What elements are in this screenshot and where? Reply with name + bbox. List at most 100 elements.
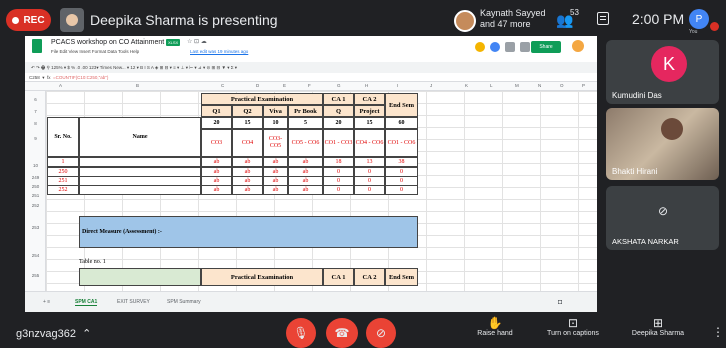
people-count: 53 [570,8,579,17]
bottom-bar [0,312,726,345]
comment-icon[interactable] [505,42,515,52]
chat-icon[interactable] [597,12,609,25]
sub-header[interactable]: Viva [263,105,288,117]
table-cell[interactable]: ab [288,157,323,167]
table-cell[interactable] [79,157,201,167]
tab-spm-summary[interactable]: SPM Summary [167,299,201,305]
tile-bhakti[interactable]: Bhakti Hirani [606,108,719,180]
table-cell[interactable]: ab [201,157,232,167]
max-marks[interactable]: 20 [201,117,232,129]
table-number[interactable]: Table no. 1 [79,257,179,267]
sub-header[interactable]: Q1 [201,105,232,117]
ca2-header[interactable]: CA 2 [354,93,385,105]
share-button[interactable]: Share [531,41,561,53]
mic-off-button[interactable]: 🎙 [286,318,316,348]
max-marks[interactable]: 15 [354,117,385,129]
table-cell[interactable]: 0 [323,185,354,195]
collaborator-avatar [490,42,500,52]
add-sheet-icon[interactable]: + ≡ [43,299,50,305]
name-header[interactable]: Name [79,117,201,157]
column-headers: A B C D E F G H I J K L M N O P [25,82,597,91]
practical-exam-header[interactable]: Practical Examination [201,93,323,105]
max-marks[interactable]: 20 [323,117,354,129]
sub-header[interactable]: Q2 [232,105,263,117]
table-cell[interactable] [79,185,201,195]
sheet-toolbar[interactable]: ↶ ↷ 🖶 ⚲ 125% ▾ $ % .0 .00 123▾ Times New… [25,62,597,73]
max-marks[interactable]: 10 [263,117,288,129]
direct-measure-title[interactable]: Direct Measure (Assessment) :- [79,216,418,248]
self-avatar[interactable]: P [689,9,709,29]
history-icon[interactable] [520,42,530,52]
table-cell[interactable]: 13 [354,157,385,167]
file-type-badge: XLSX [166,39,181,46]
sub-header[interactable]: Project [354,105,385,117]
formula-bar[interactable]: C258 ▾ fx =COUNTIF(C10:C250,"ab") [25,73,597,82]
sheet-menu[interactable]: File Edit View Insert Format Data Tools … [51,49,139,54]
co-mapping[interactable]: CO5 - CO6 [288,129,323,157]
self-label: You [689,29,698,35]
end-sem-header[interactable]: End Sem [385,93,418,117]
notification-badge [710,22,719,31]
table-cell[interactable]: ab [263,157,288,167]
phone-hangup-icon: ☎ [334,326,350,340]
max-marks[interactable]: 60 [385,117,418,129]
kumudini-avatar: K [651,46,687,82]
green-cell[interactable] [79,268,201,286]
more-options-icon[interactable]: ⋮ [712,325,724,339]
sub-header[interactable]: Q [323,105,354,117]
presenting-button[interactable]: ⊞ Deepika Sharma [629,316,687,337]
co-mapping[interactable]: CO4 [232,129,263,157]
table-cell[interactable]: 18 [323,157,354,167]
table-cell[interactable]: 0 [385,185,418,195]
table-cell[interactable]: ab [288,185,323,195]
ca1-header-2[interactable]: CA 1 [323,268,354,286]
row-headers: 6 7 8 9 10 249 250 251 252 253 254 255 [25,91,46,291]
ca2-header-2[interactable]: CA 2 [354,268,385,286]
last-edit-link[interactable]: Last edit was 19 minutes ago [190,49,248,54]
practical-exam-header-2[interactable]: Practical Examination [201,268,323,286]
table-cell[interactable]: ab [201,185,232,195]
star-icon[interactable]: ☆ ⊡ ☁ [187,38,207,45]
co-mapping[interactable]: CO4 - CO6 [354,129,385,157]
mic-off-icon: 🎙 [293,326,309,340]
sheets-logo-icon [32,39,42,53]
collab-icons [475,42,530,52]
collaborator-avatar [475,42,485,52]
co-mapping[interactable]: CO3-CO5 [263,129,288,157]
co-mapping[interactable]: CO3 [201,129,232,157]
sheet-account-avatar[interactable] [572,40,584,52]
table-cell[interactable]: 1 [47,157,79,167]
explore-icon[interactable]: ◘ [558,299,562,306]
present-icon: ⊞ [652,316,664,330]
participant-avatar[interactable] [454,10,476,32]
participant-face [661,118,683,140]
max-marks[interactable]: 5 [288,117,323,129]
participants-summary[interactable]: Kaynath Sayyed and 47 more [480,8,546,30]
end-sem-header-2[interactable]: End Sem [385,268,418,286]
ca1-header[interactable]: CA 1 [323,93,354,105]
sheet-tabs: + ≡ SPM CA1 EXIT SURVEY SPM Summary ◘ [25,291,597,312]
table-cell[interactable]: 38 [385,157,418,167]
tab-spm-ca1[interactable]: SPM CA1 [75,299,98,306]
tile-akshata[interactable]: ⊘ AKSHATA NARKAR [606,186,719,250]
raise-hand-button[interactable]: ✋ Raise hand [477,316,513,337]
sr-no-header[interactable]: Sr. No. [47,117,79,157]
captions-button[interactable]: ⊡ Turn on captions [543,316,603,337]
co-mapping[interactable]: CO1 - CO3 [323,129,354,157]
table-cell[interactable]: 0 [354,185,385,195]
table-cell[interactable]: 252 [47,185,79,195]
tab-exit-survey[interactable]: EXIT SURVEY [117,299,150,305]
sub-header[interactable]: Pr Book [288,105,323,117]
max-marks[interactable]: 15 [232,117,263,129]
recording-badge: REC [6,9,51,31]
camera-off-button[interactable]: ⊘ [366,318,396,348]
table-cell[interactable]: ab [232,185,263,195]
co-mapping[interactable]: CO1 - CO6 [385,129,418,157]
table-cell[interactable]: ab [263,185,288,195]
leave-call-button[interactable]: ☎ [326,318,358,348]
meeting-code[interactable]: g3nzvag362 ⌃ [16,327,91,340]
captions-icon: ⊡ [567,316,579,330]
presenter-title: Deepika Sharma is presenting [90,12,278,28]
table-cell[interactable]: ab [232,157,263,167]
sheet-title[interactable]: PCACS workshop on CO Attainment [51,39,164,46]
